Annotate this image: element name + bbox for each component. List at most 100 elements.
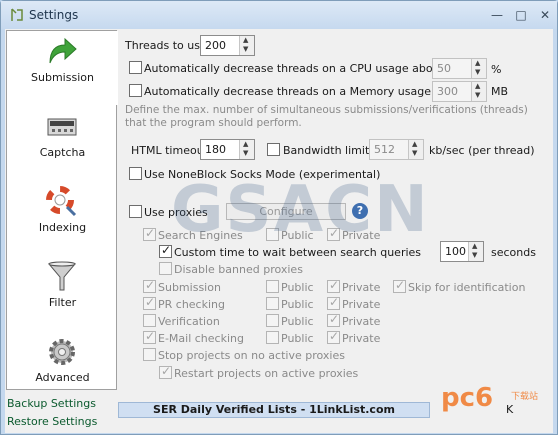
app-icon: [11, 8, 23, 21]
html-timeout-label: HTML timeout: [131, 144, 208, 157]
spin-down-icon[interactable]: ▼: [472, 251, 477, 260]
email-checking-label: E-Mail checking: [158, 332, 244, 345]
memory-checkbox[interactable]: [129, 84, 142, 97]
sidebar-item-submission[interactable]: Submission: [7, 31, 118, 105]
sidebar-item-advanced[interactable]: Advanced: [7, 331, 118, 405]
private-label: Private: [342, 332, 381, 345]
sidebar-item-label: Advanced: [35, 371, 90, 384]
sidebar-item-label: Captcha: [39, 146, 86, 159]
restart-projects-checkbox[interactable]: ✓: [159, 364, 172, 379]
custom-time-stepper[interactable]: 100 ▲ ▼: [440, 241, 484, 262]
captcha-box-icon: [47, 118, 77, 136]
private-label: Private: [342, 281, 381, 294]
pr-checking-private-checkbox[interactable]: ✓: [327, 295, 340, 310]
help-icon[interactable]: ?: [352, 203, 368, 219]
public-label: Public: [281, 229, 314, 242]
restart-projects-label: Restart projects on active proxies: [174, 367, 359, 380]
lifebuoy-icon: [46, 186, 77, 217]
html-timeout-value: 180: [205, 143, 226, 156]
custom-time-unit: seconds: [491, 246, 536, 259]
spin-down-icon[interactable]: ▼: [475, 68, 480, 77]
bandwidth-value: 512: [374, 143, 395, 156]
maximize-icon[interactable]: □: [513, 7, 529, 23]
public-label: Public: [281, 315, 314, 328]
custom-time-checkbox[interactable]: ✓: [159, 243, 172, 258]
memory-label: Automatically decrease threads on a Memo…: [144, 85, 469, 98]
restore-settings-link[interactable]: Restore Settings: [7, 415, 97, 428]
threads-value: 200: [205, 39, 226, 52]
verified-lists-banner[interactable]: SER Daily Verified Lists - 1LinkList.com: [118, 402, 430, 418]
private-label: Private: [342, 229, 381, 242]
submission-checkbox[interactable]: ✓: [143, 278, 156, 293]
spin-up-icon[interactable]: ▲: [412, 140, 417, 149]
close-icon[interactable]: ✕: [537, 7, 553, 23]
use-proxies-checkbox[interactable]: [129, 205, 142, 218]
pr-checking-label: PR checking: [158, 298, 225, 311]
submission-private-checkbox[interactable]: ✓: [327, 278, 340, 293]
submission-public-checkbox[interactable]: [266, 280, 279, 293]
spin-up-icon[interactable]: ▲: [475, 59, 480, 68]
noneblock-label: Use NoneBlock Socks Mode (experimental): [144, 168, 381, 181]
title-bar: Settings — □ ✕: [1, 1, 557, 29]
minimize-icon[interactable]: —: [489, 7, 505, 23]
spin-down-icon[interactable]: ▼: [243, 45, 248, 54]
stop-projects-label: Stop projects on no active proxies: [158, 349, 345, 362]
email-checking-public-checkbox[interactable]: [266, 331, 279, 344]
search-engines-public-checkbox[interactable]: [266, 228, 279, 241]
configure-button[interactable]: Configure: [226, 203, 346, 220]
memory-unit: MB: [491, 85, 509, 98]
search-engines-checkbox[interactable]: ✓: [143, 226, 156, 241]
search-engines-private-checkbox[interactable]: ✓: [327, 226, 340, 241]
custom-time-value: 100: [445, 245, 466, 258]
verification-public-checkbox[interactable]: [266, 314, 279, 327]
spin-up-icon[interactable]: ▲: [475, 82, 480, 91]
cpu-stepper[interactable]: 50 ▲ ▼: [432, 58, 487, 79]
verification-checkbox[interactable]: [143, 314, 156, 327]
brand-subtitle: 下载站: [511, 392, 539, 402]
gear-icon: [49, 339, 75, 365]
sidebar-item-filter[interactable]: Filter: [7, 256, 118, 330]
sidebar-item-captcha[interactable]: Captcha: [7, 106, 118, 180]
threads-label: Threads to use: [125, 39, 207, 52]
skip-identification-label: Skip for identification: [408, 281, 526, 294]
custom-time-label: Custom time to wait between search queri…: [174, 246, 422, 259]
private-label: Private: [342, 298, 381, 311]
memory-stepper[interactable]: 300 ▲ ▼: [432, 81, 487, 102]
brand-logo: pc6: [441, 383, 494, 413]
ok-button[interactable]: K: [506, 403, 513, 416]
bandwidth-checkbox[interactable]: [267, 143, 280, 156]
disable-banned-label: Disable banned proxies: [174, 263, 303, 276]
settings-panel: Threads to use 200 ▲ ▼ Automatically decr…: [121, 29, 553, 399]
public-label: Public: [281, 298, 314, 311]
email-checking-checkbox[interactable]: ✓: [143, 329, 156, 344]
html-timeout-stepper[interactable]: 180 ▲ ▼: [200, 139, 255, 160]
verification-private-checkbox[interactable]: ✓: [327, 312, 340, 327]
spin-up-icon[interactable]: ▲: [472, 242, 477, 251]
pr-checking-checkbox[interactable]: ✓: [143, 295, 156, 310]
sidebar-item-indexing[interactable]: Indexing: [7, 181, 118, 255]
client-area: Submission Captcha Indexing Filter Advan…: [5, 29, 553, 433]
threads-stepper[interactable]: 200 ▲ ▼: [200, 35, 255, 56]
spin-down-icon[interactable]: ▼: [412, 149, 417, 158]
threads-description: Define the max. number of simultaneous s…: [125, 104, 528, 129]
skip-identification-checkbox[interactable]: ✓: [393, 278, 406, 293]
bandwidth-unit: kb/sec (per thread): [429, 144, 535, 157]
cpu-checkbox[interactable]: [129, 61, 142, 74]
spin-up-icon[interactable]: ▲: [243, 36, 248, 45]
bandwidth-stepper[interactable]: 512 ▲ ▼: [369, 139, 424, 160]
spin-up-icon[interactable]: ▲: [243, 140, 248, 149]
email-checking-private-checkbox[interactable]: ✓: [327, 329, 340, 344]
sidebar-item-label: Indexing: [38, 221, 87, 234]
disable-banned-checkbox[interactable]: [159, 262, 172, 275]
spin-down-icon[interactable]: ▼: [475, 91, 480, 100]
pr-checking-public-checkbox[interactable]: [266, 297, 279, 310]
backup-settings-link[interactable]: Backup Settings: [7, 397, 96, 410]
stop-projects-checkbox[interactable]: [143, 348, 156, 361]
bandwidth-label: Bandwidth limit: [283, 144, 370, 157]
settings-window: Settings — □ ✕ Submission Captcha Indexi…: [0, 0, 558, 435]
sidebar-item-label: Submission: [31, 71, 94, 84]
private-label: Private: [342, 315, 381, 328]
noneblock-checkbox[interactable]: [129, 167, 142, 180]
spin-down-icon[interactable]: ▼: [243, 149, 248, 158]
funnel-icon: [47, 261, 77, 291]
